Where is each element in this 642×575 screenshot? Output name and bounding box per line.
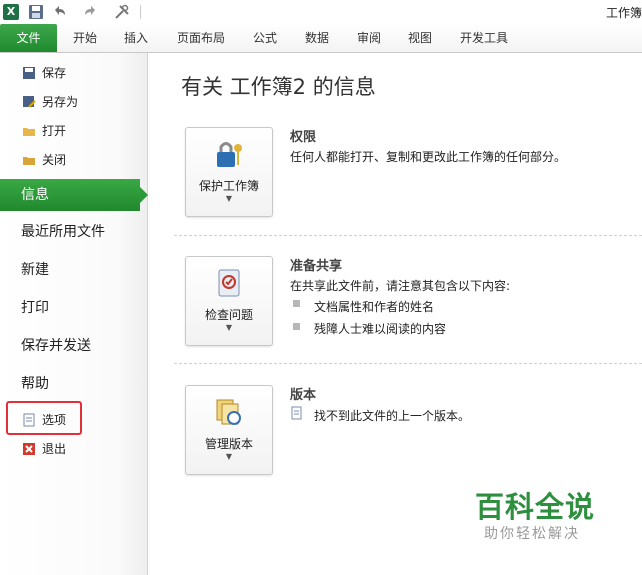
nav-exit-label: 退出 <box>42 442 67 456</box>
bullet-marker <box>293 300 300 307</box>
tab-home[interactable]: 开始 <box>73 24 97 52</box>
save-icon <box>23 67 35 79</box>
nav-open-label: 打开 <box>42 124 67 138</box>
quick-access-toolbar: X 工作簿 <box>0 0 642 25</box>
tab-page-layout[interactable]: 页面布局 <box>177 24 225 52</box>
manage-versions-button[interactable]: 管理版本 ▼ <box>185 385 273 475</box>
prepare-heading: 准备共享 <box>290 259 343 274</box>
tab-data[interactable]: 数据 <box>305 24 329 52</box>
permissions-heading: 权限 <box>290 130 317 145</box>
nav-open[interactable]: 打开 <box>0 120 147 142</box>
document-version-icon <box>291 406 302 420</box>
versions-heading: 版本 <box>290 388 317 403</box>
nav-close-label: 关闭 <box>42 153 67 167</box>
tools-icon[interactable] <box>114 4 130 20</box>
tab-view[interactable]: 视图 <box>408 24 432 52</box>
toolbar-separator <box>140 5 141 19</box>
window-title: 工作簿 <box>605 6 642 20</box>
nav-print[interactable]: 打印 <box>0 292 147 324</box>
prepare-desc: 在共享此文件前，请注意其包含以下内容: <box>290 279 511 293</box>
nav-save-send[interactable]: 保存并发送 <box>0 330 147 362</box>
nav-save-label: 保存 <box>42 66 67 80</box>
nav-save-send-label: 保存并发送 <box>21 338 91 354</box>
manage-versions-label: 管理版本 <box>204 437 253 451</box>
section-divider <box>174 363 642 364</box>
lock-key-icon <box>217 142 242 167</box>
chevron-down-icon: ▼ <box>225 323 233 332</box>
tab-formulas[interactable]: 公式 <box>253 24 277 52</box>
versions-desc: 找不到此文件的上一个版本。 <box>314 409 471 423</box>
options-highlight-box <box>6 401 82 435</box>
check-issues-label: 检查问题 <box>204 308 253 322</box>
exit-icon <box>23 443 35 455</box>
versions-icon <box>216 399 241 425</box>
watermark-title: 百科全说 <box>475 490 596 524</box>
nav-save[interactable]: 保存 <box>0 62 147 84</box>
protect-workbook-button[interactable]: 保护工作簿 ▼ <box>185 127 273 217</box>
inspect-document-icon <box>218 269 240 297</box>
section-divider <box>174 235 642 236</box>
nav-help-label: 帮助 <box>21 376 49 392</box>
tab-developer[interactable]: 开发工具 <box>460 24 508 52</box>
backstage-nav: 保存 另存为 打开 关闭 信息 最近所用文件 新建 打印 保存并发送 帮助 选项… <box>0 53 148 575</box>
page-title: 有关 工作簿2 的信息 <box>181 75 376 99</box>
prepare-bullet-1: 文档属性和作者的姓名 <box>314 300 435 314</box>
tab-review[interactable]: 审阅 <box>357 24 381 52</box>
open-folder-icon <box>23 128 35 136</box>
nav-recent-label: 最近所用文件 <box>21 224 105 240</box>
protect-workbook-label: 保护工作簿 <box>198 179 259 193</box>
close-folder-icon <box>23 157 35 165</box>
redo-icon[interactable] <box>83 4 99 20</box>
watermark-subtitle: 助你轻松解决 <box>484 526 580 542</box>
excel-app-icon[interactable]: X <box>3 4 19 20</box>
permissions-desc: 任何人都能打开、复制和更改此工作簿的任何部分。 <box>290 150 567 164</box>
nav-save-as[interactable]: 另存为 <box>0 91 147 113</box>
nav-new-label: 新建 <box>21 262 49 278</box>
tab-file[interactable]: 文件 <box>0 24 57 52</box>
chevron-down-icon: ▼ <box>225 452 233 461</box>
chevron-down-icon: ▼ <box>225 194 233 203</box>
nav-save-as-label: 另存为 <box>42 95 79 109</box>
nav-info[interactable]: 信息 <box>0 179 148 211</box>
tab-insert[interactable]: 插入 <box>124 24 148 52</box>
bullet-marker <box>293 323 300 330</box>
save-icon[interactable] <box>28 4 44 20</box>
undo-icon[interactable] <box>51 4 67 20</box>
ribbon-tabs: 文件 开始 插入 页面布局 公式 数据 审阅 视图 开发工具 <box>0 24 642 53</box>
prepare-bullet-2: 残障人士难以阅读的内容 <box>314 322 447 336</box>
nav-exit[interactable]: 退出 <box>0 438 147 460</box>
nav-new[interactable]: 新建 <box>0 254 147 286</box>
check-issues-button[interactable]: 检查问题 ▼ <box>185 256 273 346</box>
nav-print-label: 打印 <box>21 300 49 316</box>
nav-close[interactable]: 关闭 <box>0 149 147 171</box>
nav-recent[interactable]: 最近所用文件 <box>0 216 147 248</box>
save-as-icon <box>23 96 36 108</box>
nav-help[interactable]: 帮助 <box>0 368 147 400</box>
nav-info-label: 信息 <box>21 187 49 203</box>
